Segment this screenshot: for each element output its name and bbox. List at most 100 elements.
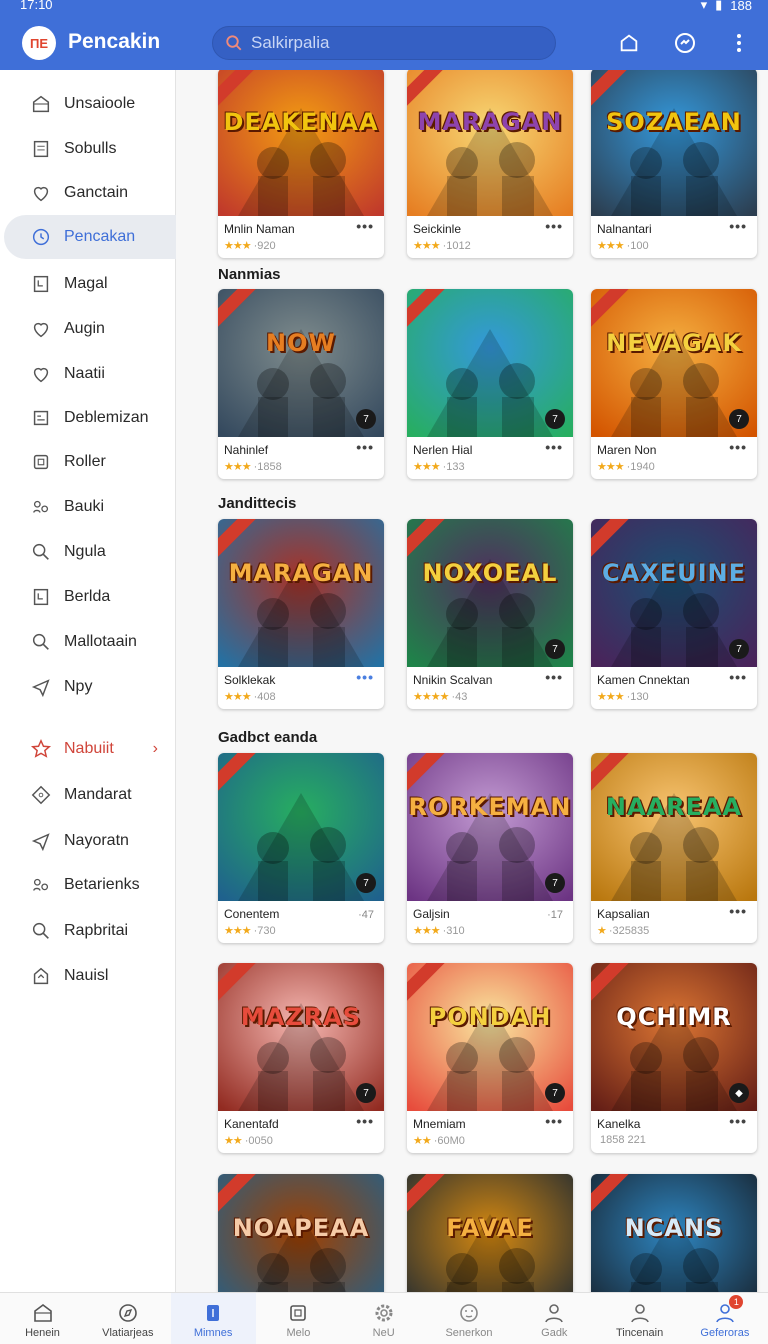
sidebar-item-12[interactable]: Berlda [4,575,198,619]
sidebar-item-13[interactable]: Mallotaain [4,620,198,664]
bottom-nav-item-3[interactable]: Mimnes [170,1293,256,1344]
sidebar-item-2[interactable]: Sobulls [4,127,198,171]
sidebar-item-label: Betarienks [64,876,140,893]
game-logo: DEAKENAA [223,108,379,136]
sidebar-item-19[interactable]: Rapbritai [4,909,198,953]
sidebar-item-20[interactable]: Nauisl [4,954,198,998]
sidebar-item-10[interactable]: Bauki [4,485,198,529]
game-card[interactable]: 7 Conentem ★★★ ·730 ·47 [218,753,384,943]
sidebar-item-1[interactable]: Unsaioole [4,82,198,126]
more-horiz-icon[interactable]: ••• [356,439,374,455]
bottom-nav-item-8[interactable]: Tincenain [597,1293,682,1344]
game-thumbnail[interactable]: CAXEUINE 7 [591,519,757,667]
game-thumbnail[interactable]: RORKEMAN 7 [407,753,573,901]
game-card[interactable]: SOZAEAN Nalnantari ★★★ ·100 ••• [591,70,757,258]
more-horiz-icon[interactable]: ••• [729,218,747,234]
notification-badge: 1 [729,1295,744,1309]
game-card[interactable]: DEAKENAA Mnlin Naman ★★★ ·920 ••• [218,70,384,258]
bottom-nav-item-4[interactable]: Melo [256,1293,341,1344]
sidebar-item-4[interactable]: Pencakan [4,215,198,259]
game-card[interactable]: FAVAE [407,1174,573,1292]
game-thumbnail[interactable]: NEVAGAK 7 [591,289,757,437]
bottom-nav-item-6[interactable]: Senerkon [427,1293,512,1344]
rating-count: 1858 221 [600,1134,646,1146]
game-card[interactable]: NEVAGAK 7 Maren Non ★★★ ·1940 ••• [591,289,757,479]
sidebar-item-18[interactable]: Betarienks [4,863,198,907]
game-logo: SOZAEAN [606,108,742,136]
game-logo: PONDAH [428,1003,552,1031]
game-card[interactable]: MARAGAN Solklekak ★★★ ·408 ••• [218,519,384,709]
more-vert-icon[interactable] [726,30,752,56]
more-horiz-icon[interactable]: ••• [729,903,747,919]
game-card[interactable]: 7 Nerlen Hial ★★★ ·133 ••• [407,289,573,479]
more-horiz-icon[interactable]: ••• [545,439,563,455]
chat-icon[interactable] [672,30,698,56]
bottom-nav-item-9[interactable]: Geferoras 1 [682,1293,767,1344]
game-card[interactable]: NAAREAA Kapsalian ★ ·325835 ••• [591,753,757,943]
game-thumbnail[interactable]: 7 [218,753,384,901]
home-outline-icon[interactable] [616,30,642,56]
game-thumbnail[interactable]: MAZRAS 7 [218,963,384,1111]
sidebar-item-7[interactable]: Naatii [4,352,198,396]
sidebar-item-14[interactable]: Npy [4,665,198,709]
bottom-nav-item-5[interactable]: NeU [341,1293,426,1344]
more-horiz-icon[interactable]: ••• [545,669,563,685]
game-thumbnail[interactable]: PONDAH 7 [407,963,573,1111]
more-horiz-icon[interactable]: ••• [729,669,747,685]
sidebar-item-16[interactable]: Mandarat [4,773,198,817]
sidebar-item-6[interactable]: Augin [4,307,198,351]
game-card[interactable]: NOAPEAA [218,1174,384,1292]
more-horiz-icon[interactable]: ••• [356,1113,374,1129]
sidebar-item-17[interactable]: Nayoratn [4,819,198,863]
game-card[interactable]: MAZRAS 7 Kanentafd ★★ ·0050 ••• [218,963,384,1153]
bottom-nav-item-2[interactable]: Vlatiarjeas [85,1293,170,1344]
rating-count: ·408 [253,691,276,703]
game-thumbnail[interactable]: MARAGAN [407,70,573,216]
sidebar-item-15[interactable]: Nabuiit › [4,727,198,771]
more-horiz-icon[interactable]: ••• [729,1113,747,1129]
game-thumbnail[interactable]: QCHIMR ◆ [591,963,757,1111]
game-logo: RORKEMAN [408,793,572,821]
bottom-nav-item-7[interactable]: Gadk [512,1293,597,1344]
game-thumbnail[interactable]: NOXOEAL 7 [407,519,573,667]
game-card[interactable]: CAXEUINE 7 Kamen Cnnektan ★★★ ·130 ••• [591,519,757,709]
game-card[interactable]: MARAGAN Seickinle ★★★ ·1012 ••• [407,70,573,258]
rating-stars: ★★ [224,1135,243,1147]
people-icon [30,874,52,896]
game-artwork [218,70,384,216]
game-card[interactable]: NCANS [591,1174,757,1292]
more-horiz-icon[interactable]: ••• [356,669,374,685]
more-horiz-icon[interactable]: ••• [545,1113,563,1129]
game-thumbnail[interactable]: 7 [407,289,573,437]
sidebar-item-9[interactable]: Roller [4,440,198,484]
game-thumbnail[interactable]: DEAKENAA [218,70,384,216]
sidebar-item-3[interactable]: Ganctain [4,171,198,215]
sidebar-item-11[interactable]: Ngula [4,530,198,574]
game-card[interactable]: PONDAH 7 Mnemiam ★★ ·60M0 ••• [407,963,573,1153]
game-card[interactable]: RORKEMAN 7 Galjsin ★★★ ·310 ·17 [407,753,573,943]
game-thumbnail[interactable]: NCANS [591,1174,757,1292]
heart-icon [30,318,52,340]
game-thumbnail[interactable]: NOW 7 [218,289,384,437]
age-badge: 7 [545,873,565,893]
game-thumbnail[interactable]: FAVAE [407,1174,573,1292]
search-bar[interactable] [212,26,556,60]
plane-icon [30,676,52,698]
sidebar-item-5[interactable]: Magal [4,262,198,306]
game-thumbnail[interactable]: NAAREAA [591,753,757,901]
sidebar-item-label: Naatii [64,365,105,382]
game-card[interactable]: QCHIMR ◆ Kanelka 1858 221 ••• [591,963,757,1153]
bottom-nav-item-1[interactable]: Henein [0,1293,85,1344]
more-horiz-icon[interactable]: ••• [356,218,374,234]
game-thumbnail[interactable]: NOAPEAA [218,1174,384,1292]
game-thumbnail[interactable]: MARAGAN [218,519,384,667]
more-horiz-icon[interactable]: ••• [545,218,563,234]
game-thumbnail[interactable]: SOZAEAN [591,70,757,216]
sidebar-item-8[interactable]: Deblemizan [4,396,198,440]
search-input[interactable] [251,33,541,53]
game-card[interactable]: NOW 7 Nahinlef ★★★ ·1858 ••• [218,289,384,479]
game-card[interactable]: NOXOEAL 7 Nnikin Scalvan ★★★★ ·43 ••• [407,519,573,709]
sidebar-item-label: Magal [64,275,108,292]
more-horiz-icon[interactable]: ••• [729,439,747,455]
app-logo[interactable]: ΠΕ [22,26,56,60]
